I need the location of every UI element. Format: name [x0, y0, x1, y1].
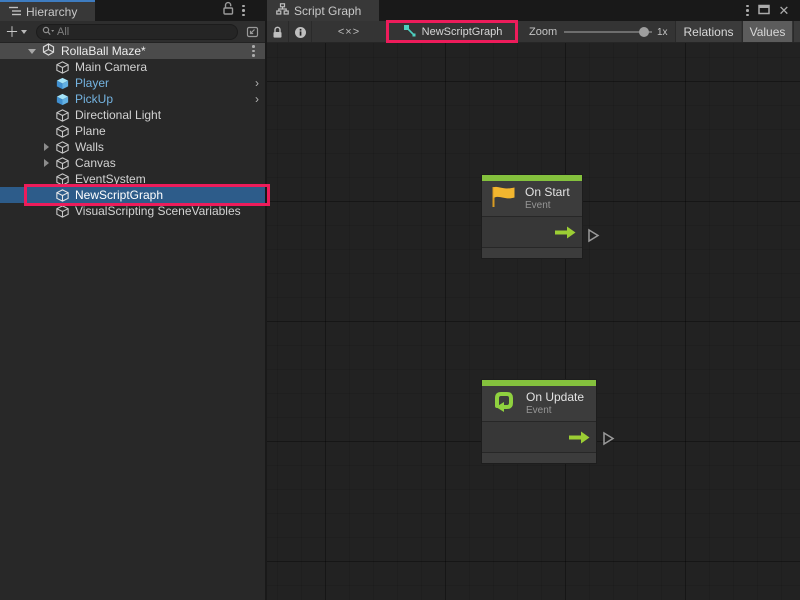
tab-strip: Hierarchy Script Graph ✕ — [0, 0, 800, 21]
node-title: On Start — [525, 186, 570, 200]
kebab-menu-icon[interactable] — [746, 5, 749, 17]
gameobject-cube-icon — [56, 61, 69, 74]
hierarchy-toolbar: ＋ All — [0, 21, 265, 43]
hierarchy-item-canvas[interactable]: Canvas — [0, 155, 265, 171]
node-subtitle: Event — [525, 200, 570, 212]
item-label: EventSystem — [75, 172, 146, 186]
hierarchy-item-eventsystem[interactable]: EventSystem — [0, 171, 265, 187]
hierarchy-search-input[interactable]: All — [36, 24, 238, 40]
relations-button[interactable]: Relations — [675, 21, 741, 43]
prefab-cube-icon — [56, 77, 69, 90]
prefab-chevron-icon[interactable]: › — [255, 76, 259, 90]
node-header: On Start Event — [482, 181, 582, 217]
gameobject-cube-icon — [56, 141, 69, 154]
hierarchy-list-icon — [9, 5, 21, 19]
dim-button[interactable]: Di — [793, 21, 800, 43]
unlocked-padlock-icon[interactable] — [222, 1, 234, 20]
node-subtitle: Event — [526, 405, 584, 417]
item-label: VisualScripting SceneVariables — [75, 204, 241, 218]
hierarchy-item-pickup[interactable]: PickUp › — [0, 91, 265, 107]
scene-header-row[interactable]: RollaBall Maze* — [0, 43, 265, 59]
unity-editor-window: Hierarchy Script Graph ✕ ＋ — [0, 0, 800, 600]
kebab-menu-icon[interactable] — [252, 45, 255, 57]
zoom-label: Zoom — [529, 26, 557, 38]
tab-hierarchy[interactable]: Hierarchy — [0, 0, 95, 21]
node-body — [482, 217, 582, 248]
values-button[interactable]: Values — [742, 21, 792, 43]
tab-hierarchy-label: Hierarchy — [26, 5, 77, 19]
zoom-slider[interactable] — [564, 31, 652, 33]
hierarchy-item-walls[interactable]: Walls — [0, 139, 265, 155]
breadcrumb-label: NewScriptGraph — [422, 26, 503, 38]
hierarchy-item-main-camera[interactable]: Main Camera — [0, 59, 265, 75]
loop-icon — [490, 389, 517, 419]
prefab-chevron-icon[interactable]: › — [255, 92, 259, 106]
item-label: Plane — [75, 124, 106, 138]
graph-canvas[interactable] — [267, 43, 800, 600]
node-body — [482, 422, 596, 453]
gameobject-cube-icon — [56, 205, 69, 218]
code-preview-button[interactable]: <×> — [329, 21, 369, 43]
item-label: Directional Light — [75, 108, 161, 122]
flow-output-arrow-icon[interactable] — [569, 431, 590, 449]
magnifier-icon — [42, 23, 54, 41]
item-label: Main Camera — [75, 60, 147, 74]
zoom-slider-handle[interactable] — [639, 27, 649, 37]
node-on-start[interactable]: On Start Event — [481, 174, 583, 259]
foldout-expanded-icon[interactable] — [28, 49, 36, 54]
graph-toolbar: <×> NewScriptGraph Zoom 1x Relations Val… — [267, 21, 800, 43]
item-label: Player — [75, 76, 109, 90]
kebab-menu-icon[interactable] — [242, 5, 245, 17]
tab-script-graph[interactable]: Script Graph — [267, 0, 379, 21]
flow-output-arrow-icon[interactable] — [555, 226, 576, 244]
item-label: PickUp — [75, 92, 113, 106]
item-label: Walls — [75, 140, 104, 154]
node-header: On Update Event — [482, 386, 596, 422]
hierarchy-tree: Main Camera Player › PickUp › Directiona… — [0, 59, 265, 600]
search-placeholder: All — [57, 26, 69, 38]
node-on-update-output-port[interactable] — [601, 431, 615, 451]
info-circle-icon[interactable] — [290, 21, 312, 43]
unity-logo-icon — [42, 43, 55, 59]
node-title: On Update — [526, 391, 584, 405]
node-graph-icon — [276, 3, 289, 18]
hierarchy-item-player[interactable]: Player › — [0, 75, 265, 91]
node-footer — [482, 453, 596, 463]
zoom-value: 1x — [657, 27, 668, 38]
item-label: Canvas — [75, 156, 116, 170]
gameobject-cube-icon — [56, 109, 69, 122]
open-in-window-icon[interactable] — [243, 24, 261, 40]
scene-name-label: RollaBall Maze* — [61, 44, 146, 58]
close-icon[interactable]: ✕ — [779, 4, 790, 17]
node-on-update[interactable]: On Update Event — [481, 379, 597, 464]
maximize-icon[interactable] — [758, 2, 770, 20]
gameobject-cube-icon — [56, 125, 69, 138]
locked-padlock-icon[interactable] — [267, 21, 289, 43]
flag-icon — [490, 185, 516, 213]
prefab-cube-icon — [56, 93, 69, 106]
graph-breadcrumb[interactable]: NewScriptGraph — [387, 21, 518, 43]
add-gameobject-button[interactable]: ＋ — [5, 22, 27, 42]
hierarchy-item-visualscripting-scenevariables[interactable]: VisualScripting SceneVariables — [0, 203, 265, 219]
gameobject-cube-icon — [56, 157, 69, 170]
foldout-collapsed-icon[interactable] — [44, 159, 49, 167]
hierarchy-item-directional-light[interactable]: Directional Light — [0, 107, 265, 123]
node-footer — [482, 248, 582, 258]
gameobject-cube-icon — [56, 173, 69, 186]
foldout-collapsed-icon[interactable] — [44, 143, 49, 151]
hierarchy-item-newscriptgraph[interactable]: NewScriptGraph — [0, 187, 265, 203]
hierarchy-item-plane[interactable]: Plane — [0, 123, 265, 139]
node-on-start-output-port[interactable] — [586, 228, 600, 248]
gameobject-cube-icon — [56, 189, 69, 202]
tab-script-graph-label: Script Graph — [294, 4, 361, 18]
chevron-down-icon — [21, 30, 27, 34]
script-graph-asset-icon — [403, 24, 416, 40]
item-label: NewScriptGraph — [75, 188, 163, 202]
